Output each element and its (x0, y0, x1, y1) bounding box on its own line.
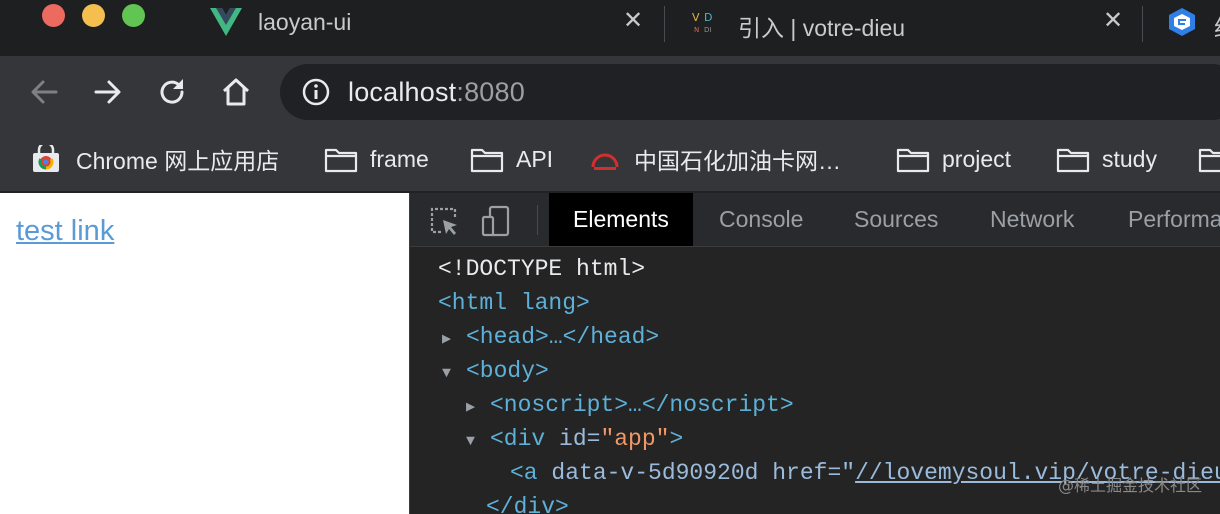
tab-elements[interactable]: Elements (549, 193, 693, 246)
test-link[interactable]: test link (16, 215, 114, 248)
bookmark-more-folder[interactable] (1198, 142, 1220, 176)
dom-node-head[interactable]: ▶ <head>…</head> (442, 320, 659, 354)
bookmark-chrome-store[interactable]: Chrome 网上应用店 (30, 142, 279, 176)
dom-node-div-app[interactable]: ▼ <div id="app"> (466, 422, 683, 456)
maximize-window-button[interactable] (122, 4, 145, 27)
back-button[interactable] (26, 74, 62, 110)
close-tab-icon[interactable]: ✕ (622, 9, 644, 33)
expand-triangle-icon[interactable]: ▶ (466, 391, 490, 425)
sinopec-icon (591, 153, 619, 170)
dom-node-div-close[interactable]: </div> (486, 490, 569, 514)
url-port: :8080 (456, 77, 525, 107)
page-viewport: test link (0, 193, 409, 514)
dom-node-doctype[interactable]: <!DOCTYPE html> (438, 252, 645, 286)
browser-toolbar: localhost:8080 (0, 56, 1220, 128)
expand-triangle-icon[interactable]: ▶ (442, 323, 466, 357)
arrow-left-icon (31, 80, 58, 104)
folder-icon (1198, 148, 1220, 173)
minimize-window-button[interactable] (82, 4, 105, 27)
devtools-toolbar: Elements Console Sources Network Perform… (410, 193, 1220, 247)
bookmark-sinopec[interactable]: 中国石化加油卡网… (588, 142, 841, 176)
svg-text:D: D (704, 11, 712, 24)
bookmark-label: project (942, 145, 1012, 172)
url-text: localhost:8080 (348, 77, 525, 108)
bookmark-label: study (1102, 145, 1157, 172)
bookmark-label: 中国石化加油卡网… (634, 148, 841, 174)
bookmark-label: Chrome 网上应用店 (76, 148, 280, 174)
dom-node-html[interactable]: <html lang> (438, 286, 590, 320)
url-host: localhost (348, 77, 457, 107)
folder-icon (1056, 148, 1090, 173)
dom-node-noscript[interactable]: ▶ <noscript>…</noscript> (466, 388, 794, 422)
bookmarks-bar: Chrome 网上应用店 frame API 中国石化加油卡网… project (0, 128, 1220, 192)
folder-icon (896, 148, 930, 173)
home-icon (222, 78, 250, 106)
watermark: @稀土掘金技术社区 (1057, 476, 1202, 495)
folder-icon (324, 148, 358, 173)
bookmark-label: API (516, 145, 554, 172)
collapse-triangle-icon[interactable]: ▼ (466, 425, 490, 459)
svg-text:V: V (692, 11, 700, 24)
tab-strip: laoyan-ui ✕ V D N DI 引入 | votre-dieu ✕ 约 (0, 0, 1220, 56)
svg-text:DI: DI (704, 26, 711, 34)
tab-performance[interactable]: Performa (1104, 193, 1220, 246)
tab-title: 约 (1214, 9, 1220, 43)
inspect-element-icon[interactable] (428, 205, 460, 237)
bookmark-label: frame (370, 145, 429, 172)
collapse-triangle-icon[interactable]: ▼ (442, 357, 466, 391)
tab-sources[interactable]: Sources (830, 193, 962, 246)
info-icon[interactable] (302, 78, 330, 106)
chrome-store-icon (33, 145, 59, 172)
bookmark-study[interactable]: study (1056, 142, 1157, 176)
vd-logo-icon: V D N DI (692, 11, 712, 34)
folder-icon (470, 148, 504, 173)
tab-title: 引入 | votre-dieu (738, 15, 906, 41)
home-button[interactable] (218, 74, 254, 110)
tab-network[interactable]: Network (966, 193, 1098, 246)
dom-node-body[interactable]: ▼ <body> (442, 354, 549, 388)
tab-title: laoyan-ui (258, 9, 352, 35)
arrow-right-icon (94, 80, 121, 104)
reload-button[interactable] (154, 74, 190, 110)
svg-text:N: N (694, 26, 699, 34)
hex-logo-icon (1169, 8, 1195, 36)
device-toolbar-icon[interactable] (480, 205, 512, 237)
close-tab-icon[interactable]: ✕ (1102, 9, 1124, 33)
forward-button[interactable] (90, 74, 126, 110)
close-window-button[interactable] (42, 4, 65, 27)
tab-laoyan-ui[interactable]: laoyan-ui ✕ (210, 0, 650, 44)
bookmark-project[interactable]: project (896, 142, 1011, 176)
bookmark-frame[interactable]: frame (324, 142, 429, 176)
vue-logo-icon (210, 8, 242, 36)
tab-console[interactable]: Console (695, 193, 827, 246)
tab-votre-dieu[interactable]: V D N DI 引入 | votre-dieu ✕ (690, 0, 1130, 44)
devtools-panel: Elements Console Sources Network Perform… (409, 193, 1220, 514)
tab-third[interactable]: 约 (1166, 0, 1220, 44)
reload-icon (160, 79, 184, 104)
address-bar[interactable]: localhost:8080 (280, 64, 1220, 120)
bookmark-api[interactable]: API (470, 142, 553, 176)
